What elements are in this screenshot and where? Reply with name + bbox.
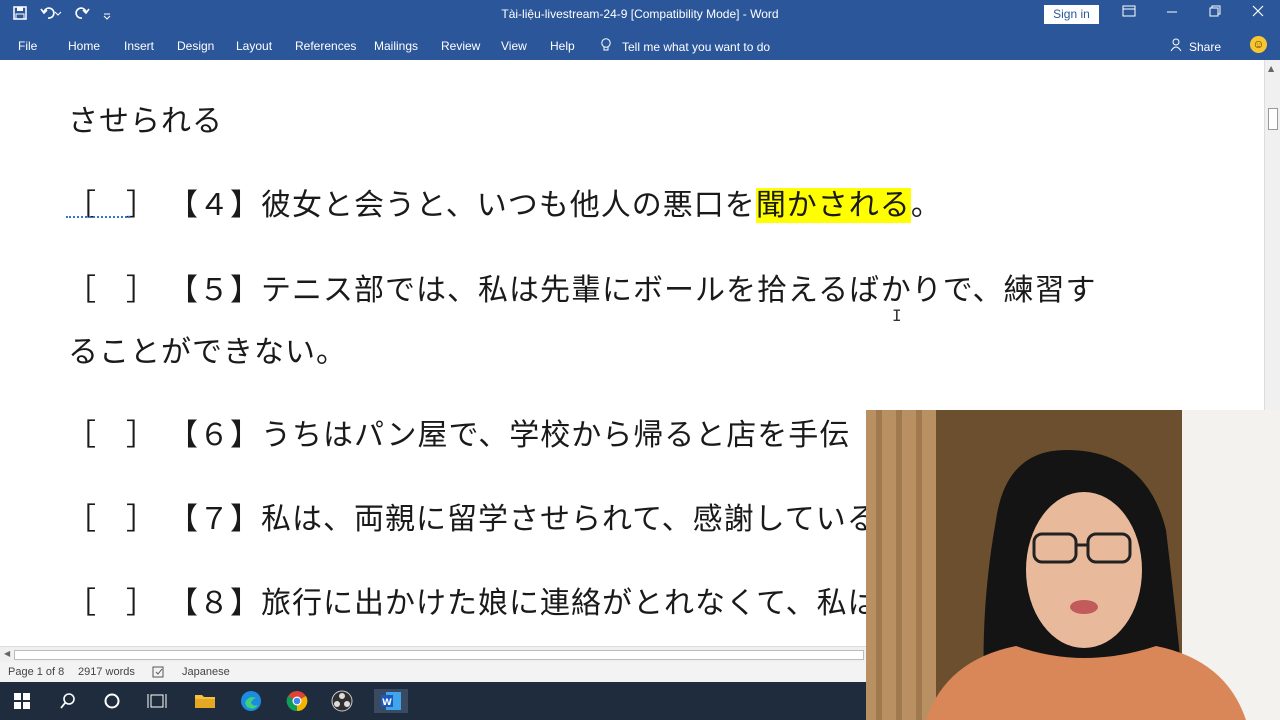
horizontal-scrollbar[interactable]: ◀ <box>0 646 866 662</box>
question-7: 【７】私は、両親に留学させられて、感謝している <box>168 494 878 538</box>
obs-icon[interactable] <box>329 689 355 713</box>
q4-text: 彼女と会うと、いつも他人の悪口を <box>261 188 756 223</box>
question-6: 【６】うちはパン屋で、学校から帰ると店を手伝 <box>168 410 850 454</box>
q5-text: テニス部では、私は先輩にボールを拾えるばかりで、練習す <box>261 273 1097 308</box>
answer-box-8: ［ ］ <box>66 586 156 621</box>
answer-box-5: ［ ］ <box>66 273 156 308</box>
tab-references[interactable]: References <box>295 39 356 53</box>
q7-text: 私は、両親に留学させられて、感謝している <box>261 502 878 537</box>
question-4: 【４】彼女と会うと、いつも他人の悪口を聞かされる。 <box>168 180 942 224</box>
restore-icon[interactable] <box>1209 4 1221 22</box>
minimize-icon[interactable] <box>1166 4 1178 22</box>
line-prev: させられる <box>68 104 223 139</box>
webcam-overlay <box>866 410 1280 720</box>
tell-me-label: Tell me what you want to do <box>622 40 771 54</box>
scroll-left-icon[interactable]: ◀ <box>4 649 10 658</box>
question-8: 【８】旅行に出かけた娘に連絡がとれなくて、私は <box>168 578 879 622</box>
q7-label: 【７】 <box>168 502 261 537</box>
word-icon[interactable]: W <box>374 689 408 713</box>
search-icon[interactable] <box>55 689 81 713</box>
edge-icon[interactable] <box>238 689 264 713</box>
tab-review[interactable]: Review <box>441 39 480 53</box>
page-count[interactable]: Page 1 of 8 <box>8 666 64 678</box>
sign-in-button[interactable]: Sign in <box>1044 5 1099 24</box>
tell-me-search[interactable]: Tell me what you want to do <box>600 38 770 56</box>
tab-view[interactable]: View <box>501 39 527 53</box>
scroll-up-icon[interactable]: ▲ <box>1268 64 1274 73</box>
status-bar: Page 1 of 8 2917 words Japanese <box>0 662 866 682</box>
answer-box-6: ［ ］ <box>66 418 156 453</box>
question-5: 【５】テニス部では、私は先輩にボールを拾えるばかりで、練習す <box>168 265 1097 309</box>
language[interactable]: Japanese <box>182 666 230 678</box>
word-count[interactable]: 2917 words <box>78 666 135 678</box>
ribbon-display-options-icon[interactable] <box>1122 4 1136 22</box>
horizontal-scroll-thumb[interactable] <box>14 650 864 660</box>
task-view-icon[interactable] <box>144 689 170 713</box>
file-explorer-icon[interactable] <box>192 689 218 713</box>
proofing-squiggle <box>66 215 130 218</box>
q6-text: うちはパン屋で、学校から帰ると店を手伝 <box>261 418 851 453</box>
tab-mailings[interactable]: Mailings <box>374 39 418 53</box>
lightbulb-icon <box>600 38 612 56</box>
question-5-cont: ることができない。 <box>68 335 347 370</box>
tab-design[interactable]: Design <box>177 39 214 53</box>
tab-home[interactable]: Home <box>68 39 100 53</box>
answer-box-7: ［ ］ <box>66 502 156 537</box>
q6-label: 【６】 <box>168 418 261 453</box>
vertical-scroll-thumb[interactable] <box>1268 108 1278 130</box>
close-icon[interactable] <box>1252 4 1264 22</box>
smiley-feedback-icon[interactable]: ☺ <box>1250 36 1267 53</box>
ribbon-tabs: File Home Insert Design Layout Reference… <box>0 30 1280 60</box>
taskbar: W <box>0 682 866 720</box>
svg-text:W: W <box>382 698 392 708</box>
q8-text: 旅行に出かけた娘に連絡がとれなくて、私は <box>261 586 879 621</box>
q4-highlight: 聞かされる <box>755 188 911 223</box>
q5-label: 【５】 <box>168 273 261 308</box>
proofing-icon[interactable] <box>152 666 166 681</box>
q4-label: 【４】 <box>168 188 261 223</box>
tab-layout[interactable]: Layout <box>236 39 272 53</box>
tab-file[interactable]: File <box>18 39 37 53</box>
q8-label: 【８】 <box>168 586 261 621</box>
cortana-icon[interactable] <box>99 689 125 713</box>
person-icon <box>1170 38 1183 55</box>
windows-start-icon[interactable] <box>9 689 35 713</box>
tab-help[interactable]: Help <box>550 39 575 53</box>
chrome-icon[interactable] <box>284 689 310 713</box>
tab-insert[interactable]: Insert <box>124 39 154 53</box>
q4-end: 。 <box>910 188 942 223</box>
share-label: Share <box>1189 39 1222 54</box>
share-button[interactable]: Share <box>1170 38 1221 55</box>
title-bar: Tài-liệu-livestream-24-9 [Compatibility … <box>0 0 1280 30</box>
text-cursor-icon: I <box>892 306 902 325</box>
